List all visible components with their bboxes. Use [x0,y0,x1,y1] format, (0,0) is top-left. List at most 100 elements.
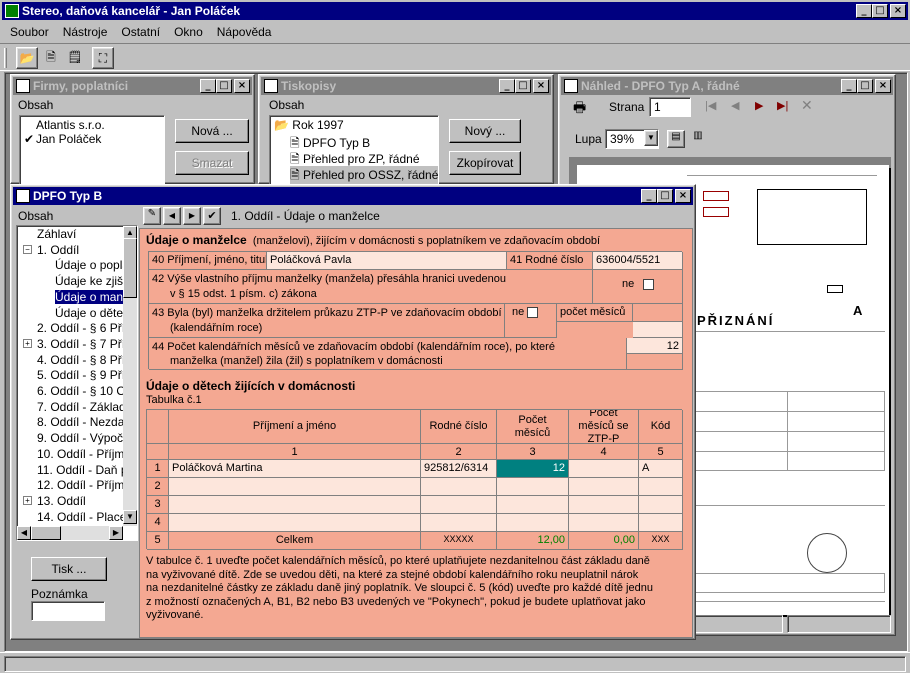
chevron-down-icon[interactable]: ▼ [644,130,658,146]
delete-company-button[interactable]: Smazat [175,151,249,175]
tree-item[interactable]: Údaje o manž [55,289,125,304]
maximize-button[interactable]: □ [515,79,531,93]
close-button[interactable]: × [875,79,891,93]
tiskopisy-tree[interactable]: 📂 Rok 1997 🗎 DPFO Typ B 🗎 Přehled pro ZP,… [269,115,439,185]
tree-item[interactable]: 6. Oddíl - § 10 Os [37,384,125,398]
tree-item[interactable]: 12. Oddíl - Příjmy [37,478,125,492]
tree-root[interactable]: 📂 Rok 1997 [274,118,344,132]
check-icon[interactable]: ✔ [203,207,221,225]
tree-item[interactable]: Údaje ke zjišt [55,274,125,288]
tree-item[interactable]: Záhlaví [37,227,76,241]
expand-icon[interactable]: + [23,338,32,348]
r42-checkbox[interactable] [643,278,655,290]
tree-vscrollbar[interactable]: ▲ ▼ [123,226,137,526]
zoom-select[interactable]: 39% ▼ [605,129,659,149]
table-cell-ztp[interactable] [569,460,639,478]
maximize-button[interactable]: □ [872,4,888,18]
single-page-icon[interactable]: ▤ [667,130,685,148]
table-cell-rc[interactable] [421,496,497,514]
table-cell-months[interactable] [497,478,569,496]
print-button[interactable]: Tisk ... [31,557,107,581]
open-folder-icon[interactable]: 📂 [16,47,38,69]
tree-item[interactable]: −1. Oddíl [23,243,79,257]
tree-item[interactable]: 11. Oddíl - Daň p [37,463,125,477]
table-cell-months[interactable] [497,514,569,532]
form-item[interactable]: 🗎 Přehled pro OSSZ, řádné [290,166,438,184]
notepad-icon[interactable]: 🗎 [40,47,62,69]
tree-item[interactable]: 2. Oddíl - § 6 Příjm [37,321,125,335]
page-input[interactable]: 1 [649,97,691,117]
scroll-down-icon[interactable]: ▼ [123,510,137,524]
tree-item[interactable]: 9. Oddíl - Výpoče [37,431,125,445]
tree-item[interactable]: +13. Oddíl [23,494,86,508]
close-button[interactable]: × [234,79,250,93]
tree-item[interactable]: 7. Oddíl - Základ [37,400,125,414]
close-button[interactable]: × [890,4,906,18]
minimize-button[interactable]: _ [200,79,216,93]
table-cell-code[interactable]: A [639,460,683,478]
table-cell-code[interactable] [639,496,683,514]
multi-page-icon[interactable]: ▥ [689,130,707,148]
collapse-icon[interactable]: − [23,244,32,254]
minimize-button[interactable]: _ [856,4,872,18]
tree-item[interactable]: Údaje o dětec [55,306,125,320]
table-cell-code[interactable] [639,514,683,532]
tree-item[interactable]: 4. Oddíl - § 8 Příjm [37,353,125,367]
tree-item[interactable]: 5. Oddíl - § 9 Příjm [37,368,125,382]
maximize-button[interactable]: □ [857,79,873,93]
r40-input[interactable]: Poláčková Pavla [267,252,507,270]
menu-item-0[interactable]: Soubor [10,22,49,42]
next-section-icon[interactable]: ▶ [183,207,201,225]
note-input[interactable] [31,601,105,621]
close-button[interactable]: × [675,189,691,203]
section-tree[interactable]: Záhlaví −1. Oddíl Údaje o popla Údaje ke zj… [16,225,138,541]
table-cell-code[interactable] [639,478,683,496]
maximize-button[interactable]: □ [657,189,673,203]
next-page-icon[interactable]: ▶ [755,99,763,112]
hscroll-thumb[interactable] [31,526,61,540]
printer-icon[interactable]: 🖶 [573,97,586,121]
fullscreen-icon[interactable]: ⛶ [92,47,114,69]
new-form-button[interactable]: Nový ... [449,119,521,143]
table-cell-rc[interactable] [421,514,497,532]
table-cell-months[interactable]: 12 [497,460,569,478]
tree-item[interactable]: 8. Oddíl - Nezdan [37,415,125,429]
company-item[interactable]: Atlantis s.r.o. [24,118,105,132]
copy-form-button[interactable]: Zkopírovat [449,151,521,175]
expand-icon[interactable]: + [23,495,32,505]
r43-months-input[interactable] [633,322,683,338]
last-page-icon[interactable]: ▶| [777,99,788,112]
table-cell-name[interactable] [169,478,421,496]
scroll-right-icon[interactable]: ▶ [109,526,123,540]
prev-section-icon[interactable]: ◀ [163,207,181,225]
tree-hscrollbar[interactable]: ◀ ▶ [17,526,123,540]
r41-input[interactable]: 636004/5521 [593,252,683,270]
first-page-icon[interactable]: |◀ [705,99,716,112]
maximize-button[interactable]: □ [216,79,232,93]
table-cell-ztp[interactable] [569,514,639,532]
menu-item-4[interactable]: Nápověda [217,22,272,42]
r44-input[interactable]: 12 [627,338,683,354]
prev-page-icon[interactable]: ◀ [731,99,739,112]
r43-checkbox[interactable] [527,306,539,318]
table-cell-ztp[interactable] [569,496,639,514]
table-cell-rc[interactable]: 925812/6314 [421,460,497,478]
table-cell-months[interactable] [497,496,569,514]
minimize-button[interactable]: _ [641,189,657,203]
menu-item-1[interactable]: Nástroje [63,22,108,42]
tree-item[interactable]: 14. Oddíl - Placer [37,510,125,524]
table-cell-name[interactable]: Poláčková Martina [169,460,421,478]
tree-item[interactable]: 10. Oddíl - Příjmy [37,447,125,461]
menu-item-3[interactable]: Okno [174,22,203,42]
properties-icon[interactable]: 🗒 [64,47,86,69]
close-preview-icon[interactable]: ✕ [801,97,813,114]
minimize-button[interactable]: _ [841,79,857,93]
table-cell-name[interactable] [169,514,421,532]
company-item[interactable]: ✔ Jan Poláček [24,132,101,146]
table-cell-ztp[interactable] [569,478,639,496]
table-cell-rc[interactable] [421,478,497,496]
scroll-thumb[interactable] [123,238,137,298]
table-cell-name[interactable] [169,496,421,514]
firmy-list[interactable]: Atlantis s.r.o. ✔ Jan Poláček [19,115,165,185]
minimize-button[interactable]: _ [499,79,515,93]
